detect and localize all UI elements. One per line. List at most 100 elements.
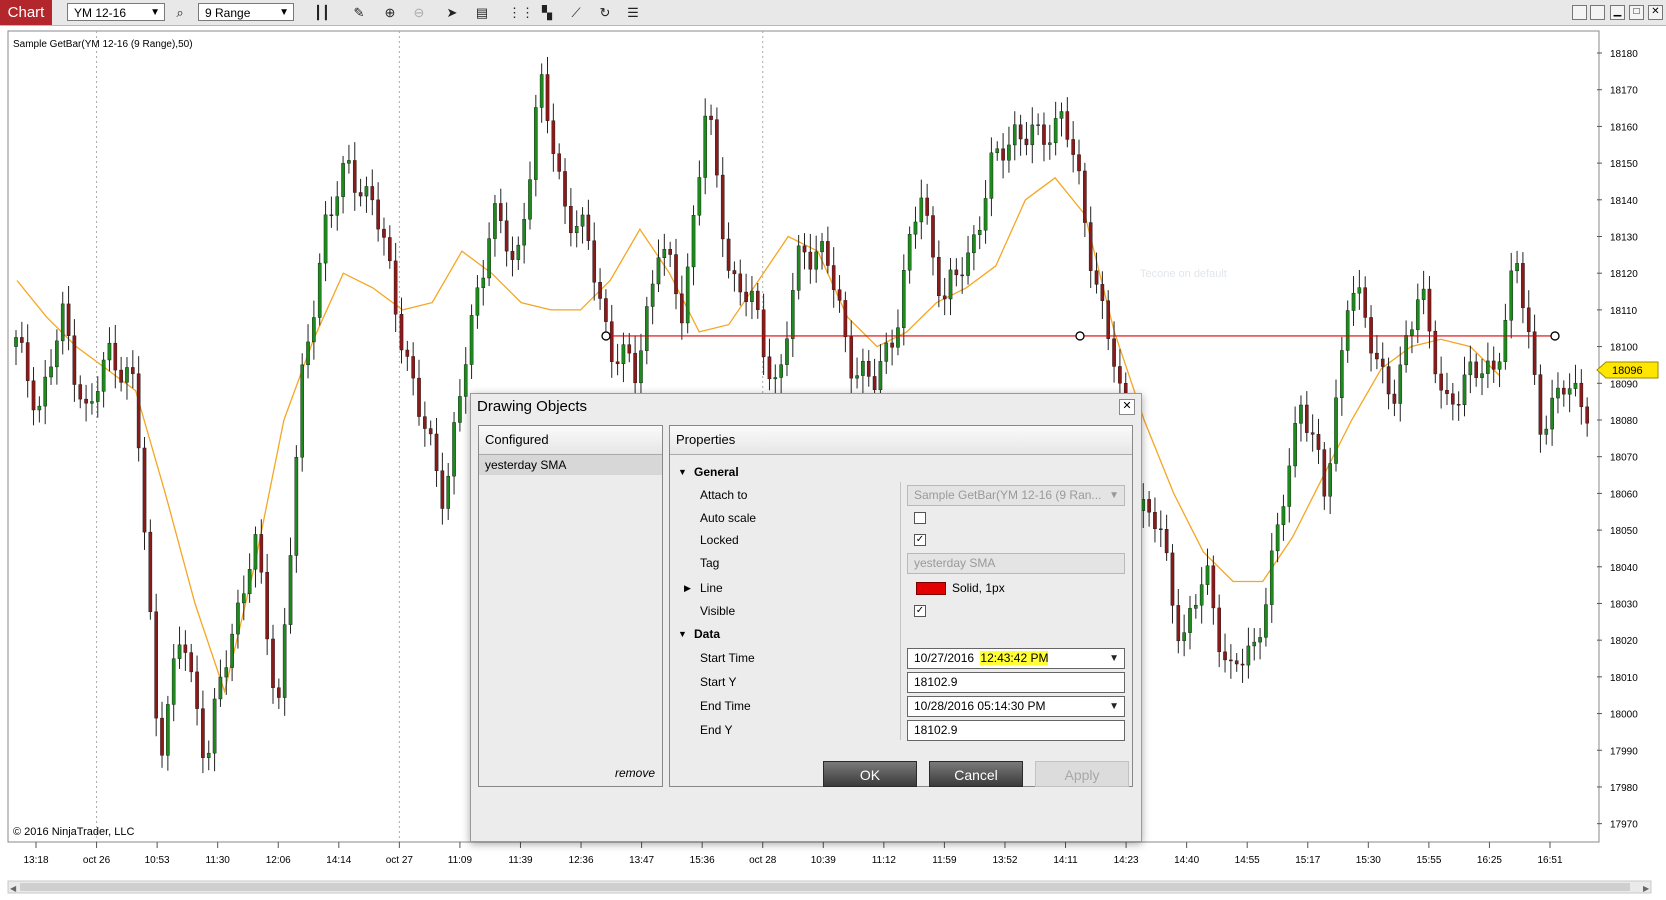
line-color-swatch[interactable] (916, 582, 946, 595)
data-box-icon[interactable]: ▤ (473, 4, 491, 21)
properties-icon[interactable]: ⋮⋮ (508, 4, 534, 21)
chevron-down-icon: ▼ (1109, 653, 1119, 664)
candle-body (1065, 111, 1070, 140)
candle-body (545, 74, 550, 121)
candle-body (487, 238, 491, 279)
candle-body (931, 215, 935, 258)
start-y-input[interactable]: 18102.9 (907, 672, 1125, 693)
apply-button[interactable]: Apply (1035, 761, 1129, 787)
candle-body (1007, 144, 1011, 161)
y-tick-label: 18150 (1610, 159, 1638, 170)
cancel-button[interactable]: Cancel (929, 761, 1023, 787)
candle-body (1059, 111, 1064, 119)
x-tick-label: 10:53 (145, 855, 170, 866)
maximize-icon[interactable]: □ (1629, 5, 1644, 20)
triangle-down-icon: ▼ (678, 467, 687, 477)
pencil-icon[interactable]: ✎ (350, 4, 368, 21)
candle-body (341, 163, 345, 197)
zoom-out-icon[interactable]: ⊖ (410, 4, 428, 21)
candle-body (1211, 565, 1216, 609)
y-tick-label: 18010 (1610, 673, 1638, 684)
data-section[interactable]: ▼ Data (670, 622, 1132, 646)
candle-body (849, 336, 854, 379)
candle-body (352, 160, 357, 193)
candle-body (446, 475, 451, 509)
end-y-input[interactable]: 18102.9 (907, 720, 1125, 741)
tag-input[interactable]: yesterday SMA (907, 553, 1125, 574)
general-section[interactable]: ▼ General (670, 460, 1132, 484)
x-tick-label: 16:25 (1477, 855, 1502, 866)
minimize-icon[interactable]: ▁ (1610, 5, 1625, 20)
candle-body (551, 120, 556, 154)
candle-body (995, 148, 1000, 154)
candle-body (259, 534, 264, 573)
start-time-picker[interactable]: 10/27/2016 12:43:42 PM ▼ (907, 648, 1125, 669)
end-time-picker[interactable]: 10/28/2016 05:14:30 PM ▼ (907, 696, 1125, 717)
line-anchor-handle[interactable] (1550, 331, 1560, 341)
candle-body (423, 416, 427, 429)
candle-body (907, 234, 912, 271)
watermark-text: Tecone on default (1140, 268, 1227, 280)
close-icon[interactable]: ✕ (1119, 399, 1135, 415)
line-anchor-handle[interactable] (1075, 331, 1085, 341)
y-tick-label: 18080 (1610, 416, 1638, 427)
search-icon[interactable]: ⌕ (171, 4, 189, 21)
x-tick-label: 11:09 (448, 855, 473, 866)
candle-body (563, 171, 567, 207)
candle-body (347, 160, 351, 164)
ok-button[interactable]: OK (823, 761, 917, 787)
start-time-time[interactable]: 12:43:42 PM (980, 651, 1049, 665)
scrollbar-thumb[interactable] (20, 883, 1630, 891)
zoom-in-icon[interactable]: ⊕ (381, 4, 399, 21)
bar-type-selector[interactable]: 9 Range ▼ (198, 3, 294, 21)
auto-scale-checkbox[interactable] (914, 512, 926, 524)
candle-body (913, 221, 918, 235)
visible-label: Visible (700, 604, 736, 618)
candle-body (31, 380, 36, 411)
close-icon[interactable]: ✕ (1648, 5, 1663, 20)
line-row[interactable]: ▶ Line Solid, 1px (670, 576, 1132, 600)
y-tick-label: 18140 (1610, 196, 1638, 207)
drawing-tools-icon[interactable]: ▚ (538, 4, 556, 21)
line-anchor-handle[interactable] (601, 331, 611, 341)
instrument-selector[interactable]: YM 12-16 ▼ (67, 3, 165, 21)
restore-icon[interactable] (1590, 5, 1605, 20)
candle-body (1456, 404, 1461, 406)
auto-scale-row: Auto scale (670, 506, 1132, 530)
bar-style-icon[interactable]: ┃┃ (313, 4, 331, 21)
attach-to-select[interactable]: Sample GetBar(YM 12-16 (9 Ran... ▼ (907, 485, 1125, 506)
candle-body (755, 290, 760, 310)
y-tick-label: 18100 (1610, 343, 1638, 354)
chart-toolbar: Chart YM 12-16 ▼ ⌕ 9 Range ▼ ┃┃ ✎ ⊕ ⊖ ➤ … (0, 0, 1666, 26)
chart-tab[interactable]: Chart (0, 0, 52, 25)
scroll-right-icon[interactable]: ▶ (1643, 884, 1650, 893)
reload-icon[interactable]: ↻ (596, 4, 614, 21)
candle-body (1094, 270, 1099, 285)
candle-body (230, 633, 234, 668)
candle-body (312, 317, 316, 343)
candle-body (1544, 428, 1549, 435)
menu-icon[interactable]: ☰ (624, 4, 642, 21)
pointer-icon[interactable]: ➤ (443, 4, 461, 21)
configured-item[interactable]: yesterday SMA (479, 455, 662, 475)
candle-body (966, 252, 970, 276)
candle-body (411, 356, 415, 379)
visible-checkbox[interactable]: ✓ (914, 605, 926, 617)
strategy-icon[interactable]: ⟋ (567, 4, 585, 21)
candle-body (878, 361, 883, 391)
scroll-left-icon[interactable]: ◀ (10, 884, 17, 893)
candle-body (1194, 605, 1198, 609)
candle-body (522, 219, 526, 246)
remove-link[interactable]: remove (615, 766, 655, 780)
candle-body (1217, 607, 1221, 653)
candle-body (1001, 148, 1005, 161)
candle-body (1439, 373, 1443, 391)
restore-icon[interactable] (1572, 5, 1587, 20)
locked-checkbox[interactable]: ✓ (914, 534, 926, 546)
candle-body (1334, 397, 1338, 464)
candle-body (1234, 660, 1239, 665)
candle-body (195, 671, 199, 709)
candle-body (277, 687, 281, 698)
candle-body (703, 115, 708, 178)
configured-header: Configured (479, 426, 662, 455)
